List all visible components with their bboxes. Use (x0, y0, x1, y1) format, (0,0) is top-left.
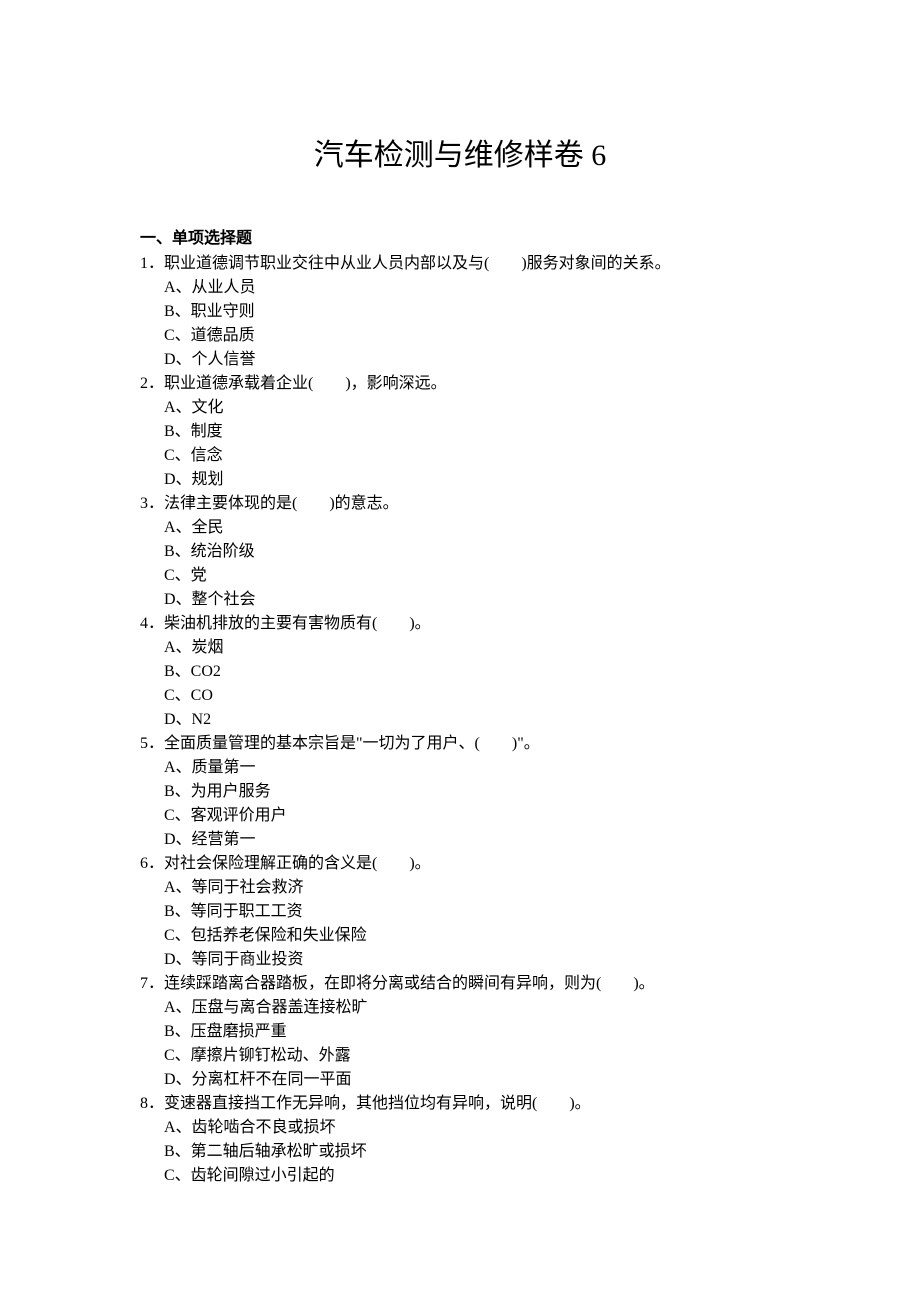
option-d: D、整个社会 (140, 588, 780, 612)
option-a: A、全民 (140, 516, 780, 540)
question-text: 6．对社会保险理解正确的含义是( )。 (140, 852, 780, 876)
option-c: C、信念 (140, 444, 780, 468)
option-a: A、从业人员 (140, 276, 780, 300)
option-a: A、压盘与离合器盖连接松旷 (140, 996, 780, 1020)
option-b: B、职业守则 (140, 300, 780, 324)
option-b: B、制度 (140, 420, 780, 444)
option-c: C、齿轮间隙过小引起的 (140, 1164, 780, 1188)
question-8: 8．变速器直接挡工作无异响，其他挡位均有异响，说明( )。 A、齿轮啮合不良或损… (140, 1092, 780, 1188)
option-d: D、规划 (140, 468, 780, 492)
question-3: 3．法律主要体现的是( )的意志。 A、全民 B、统治阶级 C、党 D、整个社会 (140, 492, 780, 612)
question-text: 5．全面质量管理的基本宗旨是"一切为了用户、( )"。 (140, 732, 780, 756)
option-a: A、炭烟 (140, 636, 780, 660)
option-c: C、道德品质 (140, 324, 780, 348)
question-1: 1．职业道德调节职业交往中从业人员内部以及与( )服务对象间的关系。 A、从业人… (140, 252, 780, 372)
option-c: C、CO (140, 684, 780, 708)
option-c: C、包括养老保险和失业保险 (140, 924, 780, 948)
document-title: 汽车检测与维修样卷 6 (140, 130, 780, 174)
question-7: 7．连续踩踏离合器踏板，在即将分离或结合的瞬间有异响，则为( )。 A、压盘与离… (140, 972, 780, 1092)
question-text: 8．变速器直接挡工作无异响，其他挡位均有异响，说明( )。 (140, 1092, 780, 1116)
option-a: A、质量第一 (140, 756, 780, 780)
option-b: B、统治阶级 (140, 540, 780, 564)
option-d: D、等同于商业投资 (140, 948, 780, 972)
option-c: C、党 (140, 564, 780, 588)
option-b: B、等同于职工工资 (140, 900, 780, 924)
option-d: D、个人信誉 (140, 348, 780, 372)
option-c: C、客观评价用户 (140, 804, 780, 828)
question-text: 7．连续踩踏离合器踏板，在即将分离或结合的瞬间有异响，则为( )。 (140, 972, 780, 996)
option-a: A、齿轮啮合不良或损坏 (140, 1116, 780, 1140)
question-4: 4．柴油机排放的主要有害物质有( )。 A、炭烟 B、CO2 C、CO D、N2 (140, 612, 780, 732)
question-5: 5．全面质量管理的基本宗旨是"一切为了用户、( )"。 A、质量第一 B、为用户… (140, 732, 780, 852)
option-a: A、文化 (140, 396, 780, 420)
section-heading: 一、单项选择题 (140, 224, 780, 248)
option-d: D、分离杠杆不在同一平面 (140, 1068, 780, 1092)
option-b: B、压盘磨损严重 (140, 1020, 780, 1044)
question-text: 2．职业道德承载着企业( )，影响深远。 (140, 372, 780, 396)
option-a: A、等同于社会救济 (140, 876, 780, 900)
option-b: B、CO2 (140, 660, 780, 684)
question-text: 3．法律主要体现的是( )的意志。 (140, 492, 780, 516)
question-2: 2．职业道德承载着企业( )，影响深远。 A、文化 B、制度 C、信念 D、规划 (140, 372, 780, 492)
option-d: D、经营第一 (140, 828, 780, 852)
question-text: 4．柴油机排放的主要有害物质有( )。 (140, 612, 780, 636)
question-text: 1．职业道德调节职业交往中从业人员内部以及与( )服务对象间的关系。 (140, 252, 780, 276)
document-page: 汽车检测与维修样卷 6 一、单项选择题 1．职业道德调节职业交往中从业人员内部以… (0, 0, 920, 1288)
option-d: D、N2 (140, 708, 780, 732)
question-6: 6．对社会保险理解正确的含义是( )。 A、等同于社会救济 B、等同于职工工资 … (140, 852, 780, 972)
option-b: B、第二轴后轴承松旷或损坏 (140, 1140, 780, 1164)
option-c: C、摩擦片铆钉松动、外露 (140, 1044, 780, 1068)
option-b: B、为用户服务 (140, 780, 780, 804)
